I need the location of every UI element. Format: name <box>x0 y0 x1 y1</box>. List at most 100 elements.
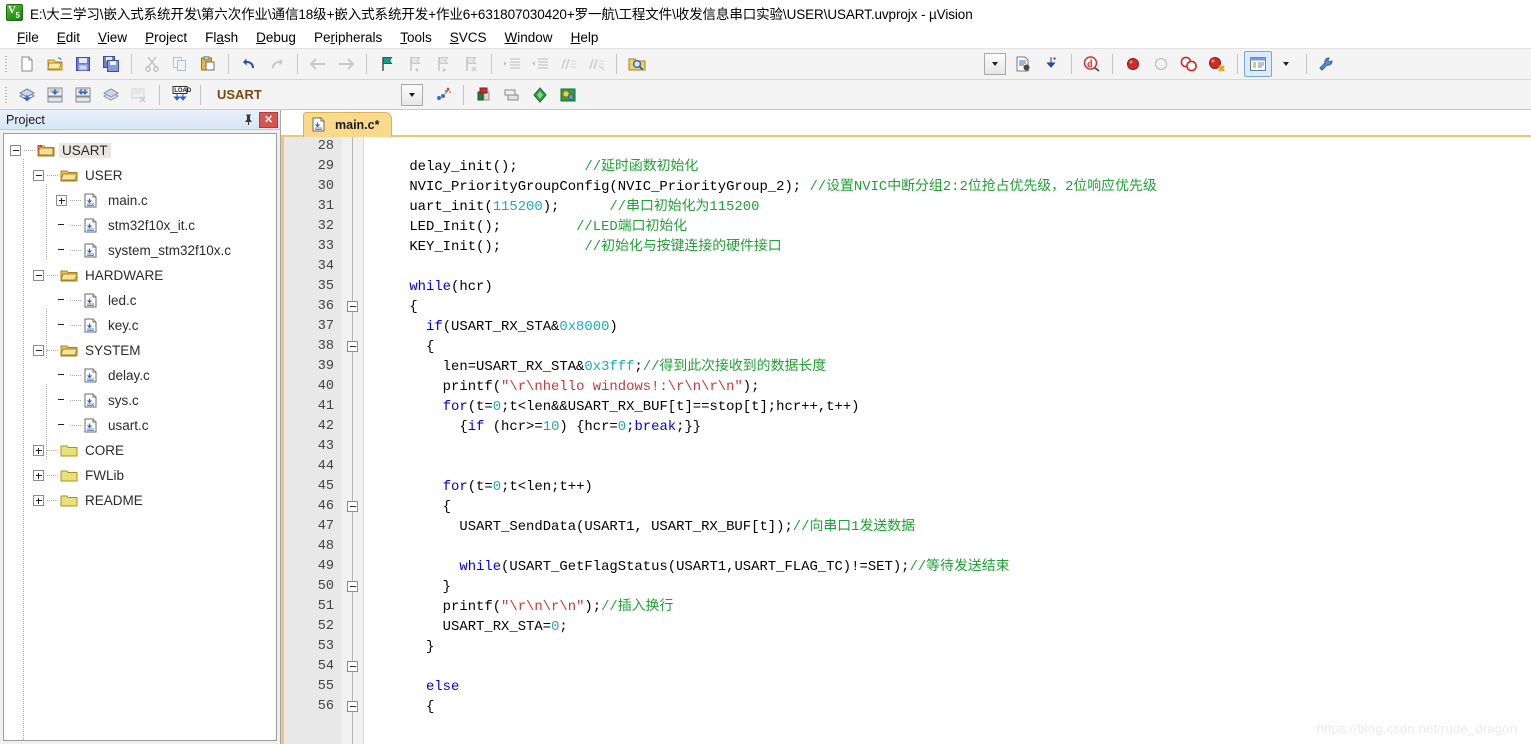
undo-icon[interactable] <box>235 51 263 77</box>
code-line[interactable]: } <box>376 577 1531 597</box>
menu-view[interactable]: View <box>89 28 136 47</box>
code-content[interactable]: delay_init(); //延时函数初始化 NVIC_PriorityGro… <box>364 137 1531 744</box>
download-icon[interactable]: LOAD <box>166 82 194 108</box>
menu-peripherals[interactable]: Peripherals <box>305 28 391 47</box>
code-line[interactable] <box>376 257 1531 277</box>
insert-file-icon[interactable] <box>1009 51 1037 77</box>
target-dropdown-icon[interactable] <box>401 83 423 106</box>
menu-window[interactable]: Window <box>496 28 562 47</box>
code-line[interactable] <box>376 457 1531 477</box>
copy-icon[interactable] <box>166 51 194 77</box>
code-line[interactable]: for(t=0;t<len&&USART_RX_BUF[t]==stop[t];… <box>376 397 1531 417</box>
expander-icon[interactable] <box>33 445 44 456</box>
tree-node-readme[interactable]: README <box>4 488 276 513</box>
code-line[interactable]: { <box>376 497 1531 517</box>
fold-toggle-icon[interactable] <box>347 581 358 592</box>
code-line[interactable]: { <box>376 697 1531 717</box>
expander-icon[interactable] <box>33 345 44 356</box>
breakpoint-kill-all-icon[interactable] <box>1203 51 1231 77</box>
manage-multi-project-icon[interactable] <box>498 82 526 108</box>
rebuild-all-icon[interactable] <box>69 82 97 108</box>
code-editor[interactable]: 28 29 30 31 32 33 34 35 36 37 38 39 40 41 42 43 44 45 46 47… <box>281 137 1531 744</box>
new-file-icon[interactable] <box>13 51 41 77</box>
tree-node-system-stm32f10x-c[interactable]: system_stm32f10x.c <box>4 238 276 263</box>
navigate-back-icon[interactable] <box>304 51 332 77</box>
expander-icon[interactable] <box>33 495 44 506</box>
tree-node-core[interactable]: CORE <box>4 438 276 463</box>
breakpoint-disable-all-icon[interactable] <box>1175 51 1203 77</box>
menu-help[interactable]: Help <box>562 28 608 47</box>
tree-node-stm32f10x-it-c[interactable]: stm32f10x_it.c <box>4 213 276 238</box>
navigate-forward-icon[interactable] <box>332 51 360 77</box>
find-in-files-icon[interactable] <box>623 51 651 77</box>
comment-icon[interactable] <box>554 51 582 77</box>
combo-dropdown-icon[interactable] <box>981 51 1009 77</box>
expander-icon[interactable] <box>33 470 44 481</box>
save-all-icon[interactable] <box>97 51 125 77</box>
debug-session-icon[interactable]: d <box>1078 51 1106 77</box>
code-line[interactable]: LED_Init(); //LED端口初始化 <box>376 217 1531 237</box>
translate-icon[interactable] <box>13 82 41 108</box>
fold-toggle-icon[interactable] <box>347 701 358 712</box>
code-line[interactable]: USART_SendData(USART1, USART_RX_BUF[t]);… <box>376 517 1531 537</box>
stop-build-icon[interactable] <box>125 82 153 108</box>
indent-icon[interactable] <box>498 51 526 77</box>
code-line[interactable]: delay_init(); //延时函数初始化 <box>376 157 1531 177</box>
project-window-dropdown-icon[interactable] <box>1272 51 1300 77</box>
cut-icon[interactable] <box>138 51 166 77</box>
project-tree[interactable]: USART USER main.c stm32f10x_it.c system_… <box>3 133 277 741</box>
fold-toggle-icon[interactable] <box>347 301 358 312</box>
target-options-icon[interactable] <box>429 82 457 108</box>
open-file-icon[interactable] <box>41 51 69 77</box>
expander-icon[interactable] <box>56 195 67 206</box>
pin-icon[interactable] <box>240 111 257 128</box>
save-icon[interactable] <box>69 51 97 77</box>
fold-toggle-icon[interactable] <box>347 661 358 672</box>
menu-tools[interactable]: Tools <box>391 28 441 47</box>
breakpoint-insert-icon[interactable] <box>1119 51 1147 77</box>
tree-node-main-c[interactable]: main.c <box>4 188 276 213</box>
tree-node-user[interactable]: USER <box>4 163 276 188</box>
menu-edit[interactable]: Edit <box>48 28 89 47</box>
redo-icon[interactable] <box>263 51 291 77</box>
bookmark-clear-icon[interactable] <box>457 51 485 77</box>
configure-icon[interactable] <box>1037 51 1065 77</box>
code-line[interactable]: USART_RX_STA=0; <box>376 617 1531 637</box>
close-icon[interactable]: ✕ <box>259 111 278 128</box>
expander-icon[interactable] <box>33 170 44 181</box>
code-line[interactable]: KEY_Init(); //初始化与按键连接的硬件接口 <box>376 237 1531 257</box>
outdent-icon[interactable] <box>526 51 554 77</box>
configure-target-icon[interactable] <box>1313 51 1341 77</box>
code-line[interactable] <box>376 137 1531 157</box>
project-window-icon[interactable] <box>1244 51 1272 77</box>
bookmark-prev-icon[interactable] <box>401 51 429 77</box>
code-line[interactable] <box>376 657 1531 677</box>
code-line[interactable]: else <box>376 677 1531 697</box>
code-line[interactable]: printf("\r\n\r\n");//插入换行 <box>376 597 1531 617</box>
uncomment-icon[interactable] <box>582 51 610 77</box>
code-line[interactable]: printf("\r\nhello windows!:\r\n\r\n"); <box>376 377 1531 397</box>
menu-debug[interactable]: Debug <box>247 28 305 47</box>
expander-icon[interactable] <box>33 270 44 281</box>
tree-node-system[interactable]: SYSTEM <box>4 338 276 363</box>
code-line[interactable]: if(USART_RX_STA&0x8000) <box>376 317 1531 337</box>
code-line[interactable] <box>376 537 1531 557</box>
menu-file[interactable]: File <box>8 28 48 47</box>
fold-toggle-icon[interactable] <box>347 341 358 352</box>
tree-node-delay-c[interactable]: delay.c <box>4 363 276 388</box>
toolbar-grip[interactable] <box>2 84 10 105</box>
code-line[interactable]: for(t=0;t<len;t++) <box>376 477 1531 497</box>
tree-node-sys-c[interactable]: sys.c <box>4 388 276 413</box>
menu-svcs[interactable]: SVCS <box>441 28 496 47</box>
menu-project[interactable]: Project <box>136 28 196 47</box>
code-line[interactable]: while(USART_GetFlagStatus(USART1,USART_F… <box>376 557 1531 577</box>
tree-node-usart[interactable]: USART <box>4 138 276 163</box>
build-target-icon[interactable] <box>41 82 69 108</box>
code-line[interactable]: while(hcr) <box>376 277 1531 297</box>
code-line[interactable]: { <box>376 297 1531 317</box>
manage-project-items-icon[interactable] <box>470 82 498 108</box>
code-line[interactable]: uart_init(115200); //串口初始化为115200 <box>376 197 1531 217</box>
paste-icon[interactable] <box>194 51 222 77</box>
tab-main-c[interactable]: main.c* <box>303 112 393 137</box>
pack-installer-icon[interactable] <box>526 82 554 108</box>
